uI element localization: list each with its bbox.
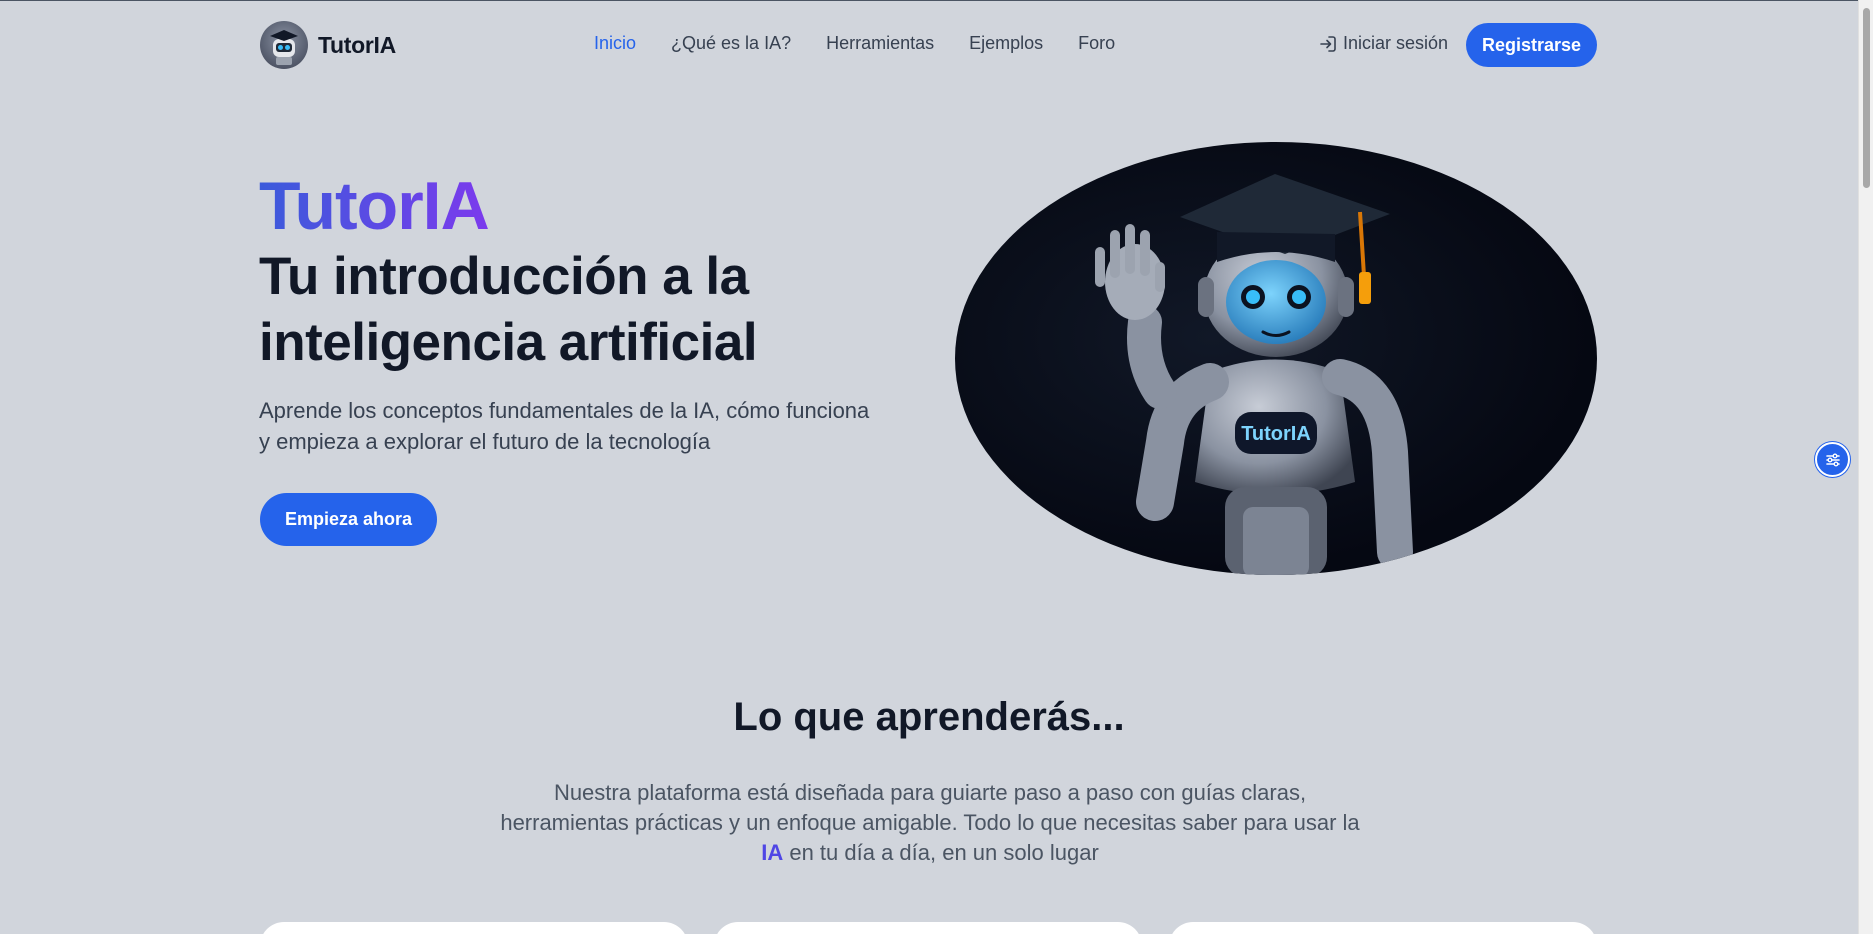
section-title: Lo que aprenderás...: [733, 695, 1125, 739]
section-text-highlight: IA: [761, 840, 784, 865]
nav-link-ejemplos[interactable]: Ejemplos: [969, 33, 1043, 54]
section-text-end: en tu día a día, en un solo lugar: [783, 840, 1099, 865]
page-scrollbar[interactable]: [1858, 0, 1873, 934]
hero-robot-image: TutorIA: [955, 142, 1597, 575]
register-button[interactable]: Registrarse: [1466, 23, 1597, 67]
main-nav: Inicio ¿Qué es la IA? Herramientas Ejemp…: [594, 33, 1115, 54]
hero-title: Tu introducción a la inteligencia artifi…: [259, 247, 758, 372]
section-description: Nuestra plataforma está diseñada para gu…: [490, 778, 1370, 868]
nav-link-que-es-la-ia[interactable]: ¿Qué es la IA?: [671, 33, 791, 54]
feature-card: [260, 922, 688, 934]
logo[interactable]: TutorIA: [260, 21, 396, 69]
scrollbar-thumb[interactable]: [1863, 8, 1870, 188]
feature-card: [714, 922, 1142, 934]
logo-robot-icon: [260, 21, 308, 69]
start-now-button[interactable]: Empieza ahora: [260, 493, 437, 546]
nav-link-inicio[interactable]: Inicio: [594, 33, 636, 54]
login-label: Iniciar sesión: [1343, 33, 1449, 53]
nav-link-herramientas[interactable]: Herramientas: [826, 33, 934, 54]
section-text-start: Nuestra plataforma está diseñada para gu…: [500, 780, 1360, 835]
navbar: TutorIA Inicio ¿Qué es la IA? Herramient…: [0, 0, 1858, 90]
hero-brand: TutorIA: [259, 168, 490, 244]
hero-subtitle: Aprende los conceptos fundamentales de l…: [259, 398, 870, 454]
robot-badge-text: TutorIA: [1241, 423, 1311, 445]
accessibility-settings-button[interactable]: [1815, 442, 1850, 477]
brand-name: TutorIA: [318, 31, 396, 58]
login-link[interactable]: Iniciar sesión: [1319, 33, 1448, 54]
login-arrow-icon: [1320, 35, 1336, 52]
feature-card: [1169, 922, 1597, 934]
nav-link-foro[interactable]: Foro: [1078, 33, 1115, 54]
sliders-icon: [1825, 453, 1840, 466]
